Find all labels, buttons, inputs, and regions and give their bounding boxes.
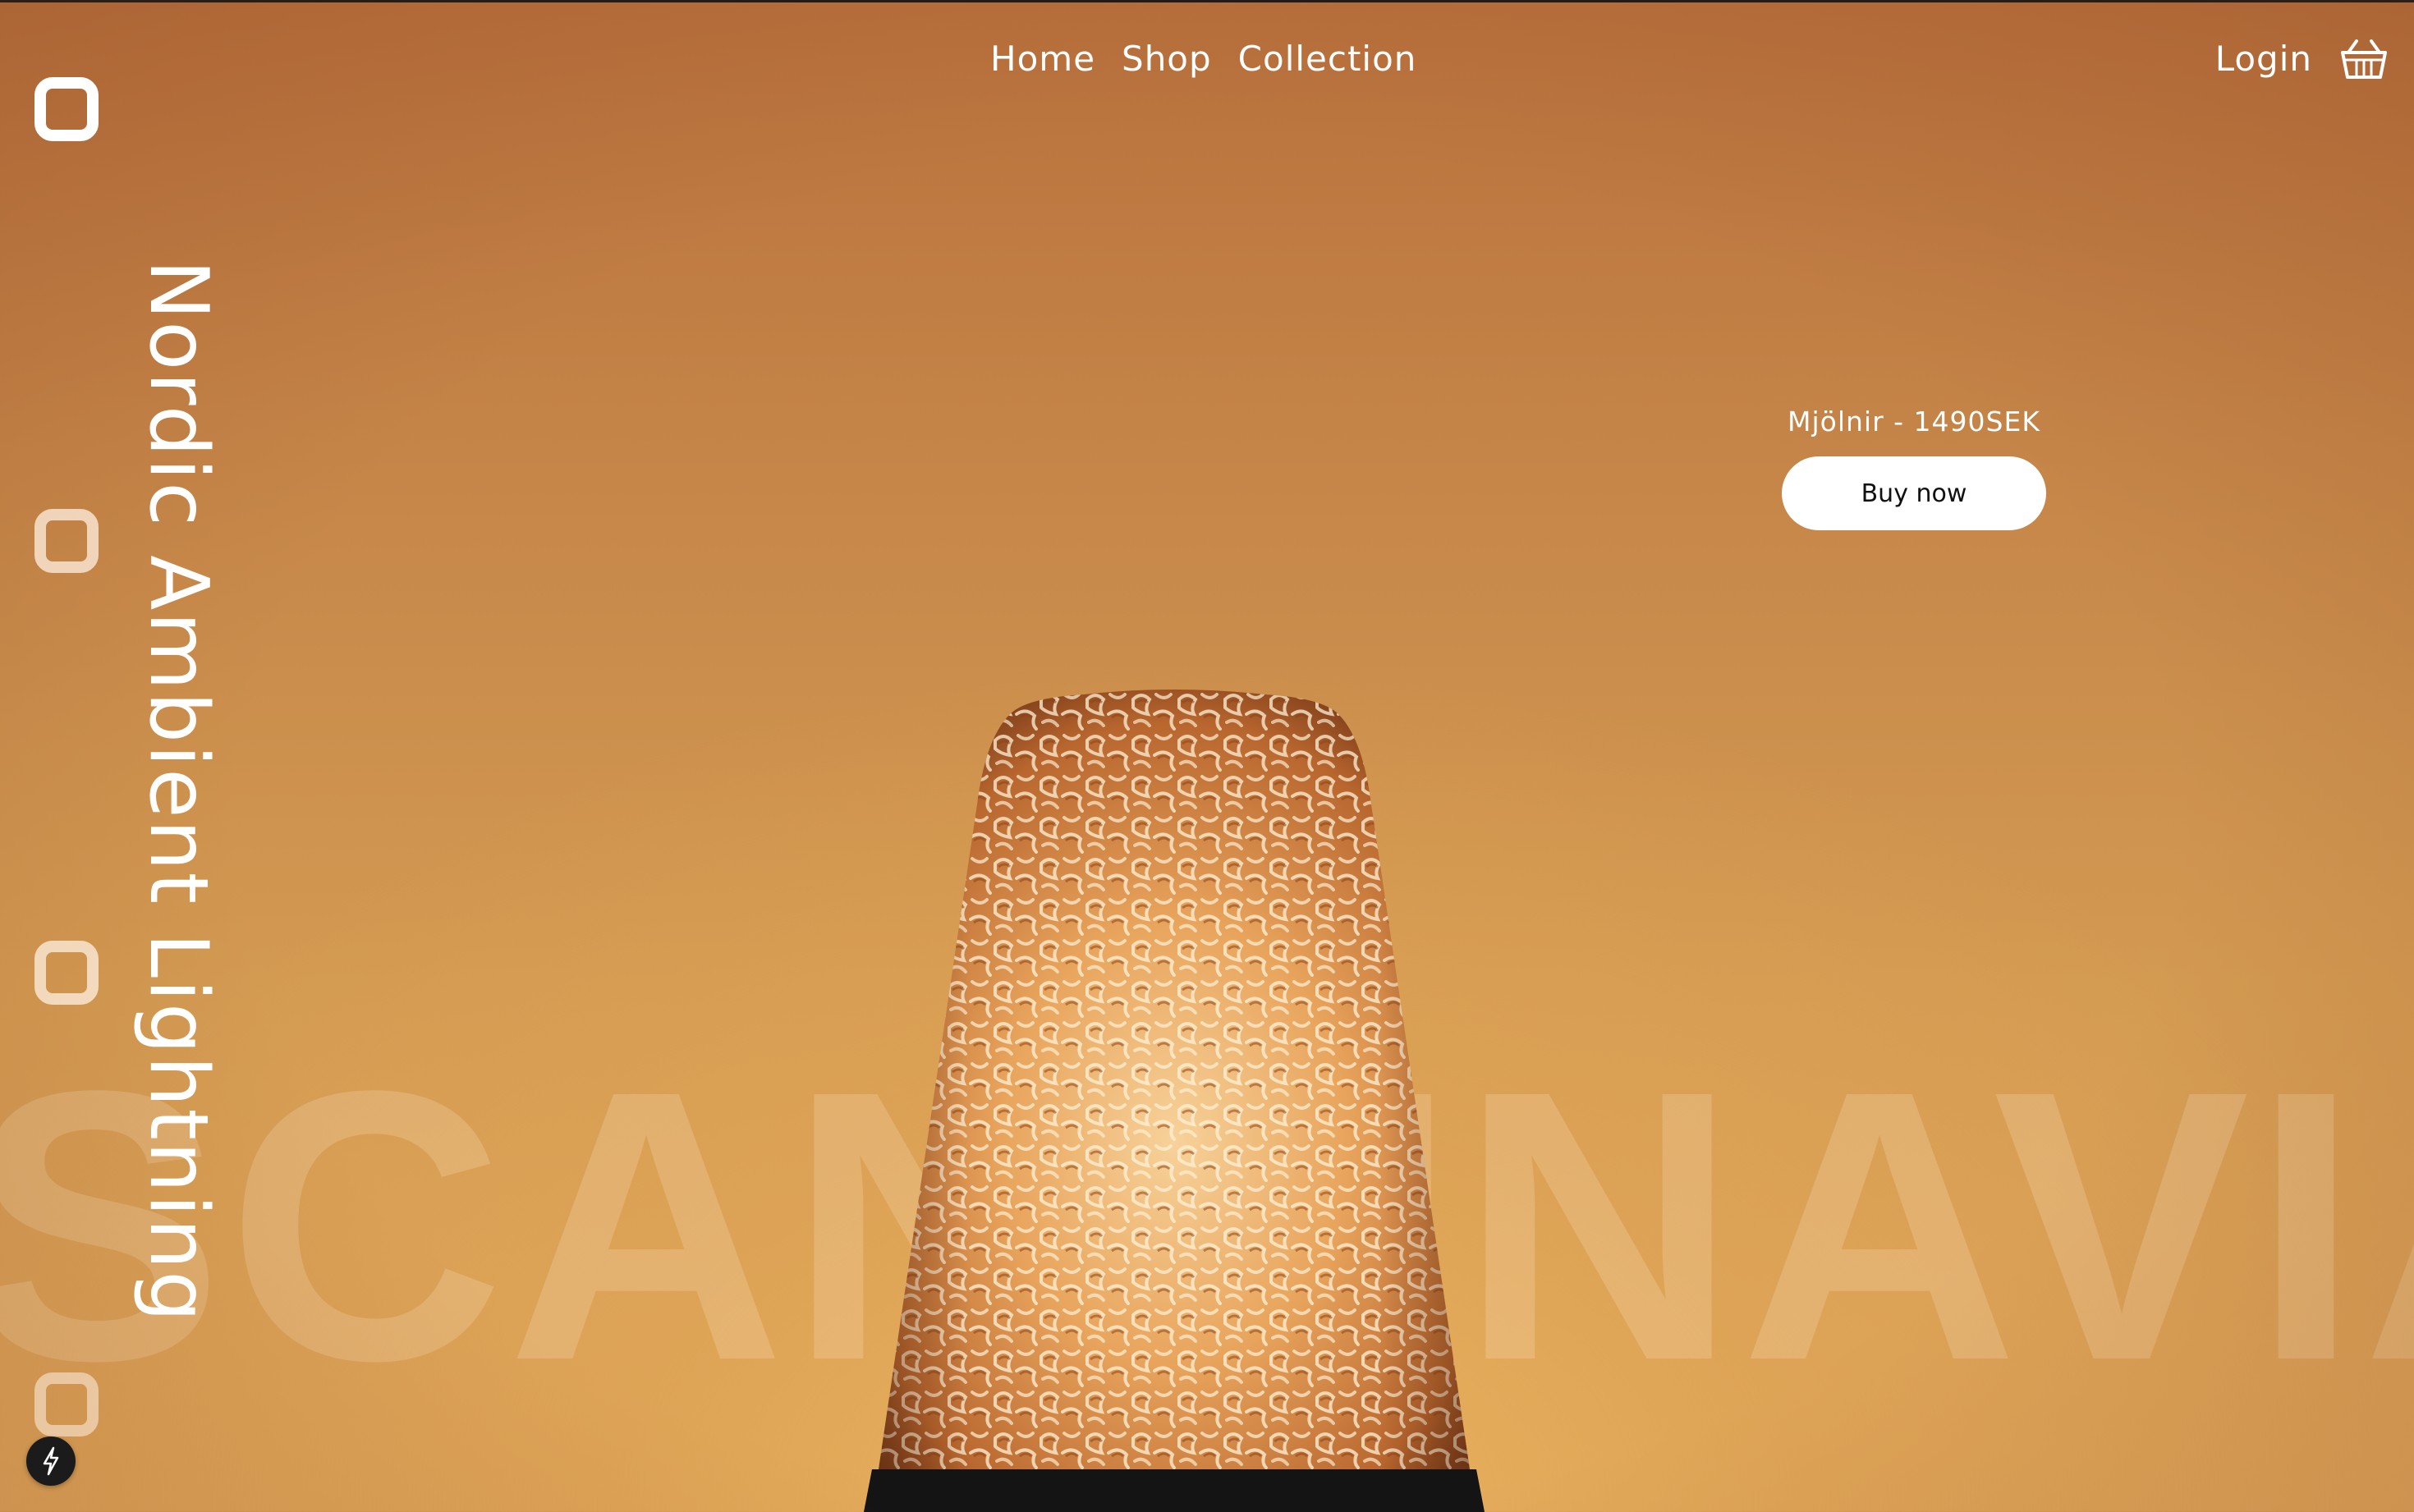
buy-now-button[interactable]: Buy now xyxy=(1782,456,2046,530)
side-nav-item-1[interactable] xyxy=(34,77,99,141)
basket-icon[interactable] xyxy=(2340,38,2388,80)
nav-shop-link[interactable]: Shop xyxy=(1122,34,1212,84)
side-nav-item-4[interactable] xyxy=(34,1372,99,1436)
top-nav: Home Shop Collection Login xyxy=(0,34,2414,84)
side-nav-item-2[interactable] xyxy=(34,509,99,573)
nav-links: Home Shop Collection xyxy=(990,34,1416,84)
top-border xyxy=(0,0,2414,2)
lamp-image xyxy=(864,690,1485,1512)
product-name-price: Mjölnir - 1490SEK xyxy=(1788,405,2040,438)
lightning-bolt-icon xyxy=(43,1446,59,1476)
nav-collection-link[interactable]: Collection xyxy=(1238,34,1417,84)
nav-home-link[interactable]: Home xyxy=(990,34,1095,84)
hero-vertical-title: Nordic Ambient Lightning xyxy=(131,259,225,1324)
login-link[interactable]: Login xyxy=(2215,34,2312,84)
lightning-bolt-button[interactable] xyxy=(26,1436,76,1486)
side-nav-item-3[interactable] xyxy=(34,941,99,1005)
